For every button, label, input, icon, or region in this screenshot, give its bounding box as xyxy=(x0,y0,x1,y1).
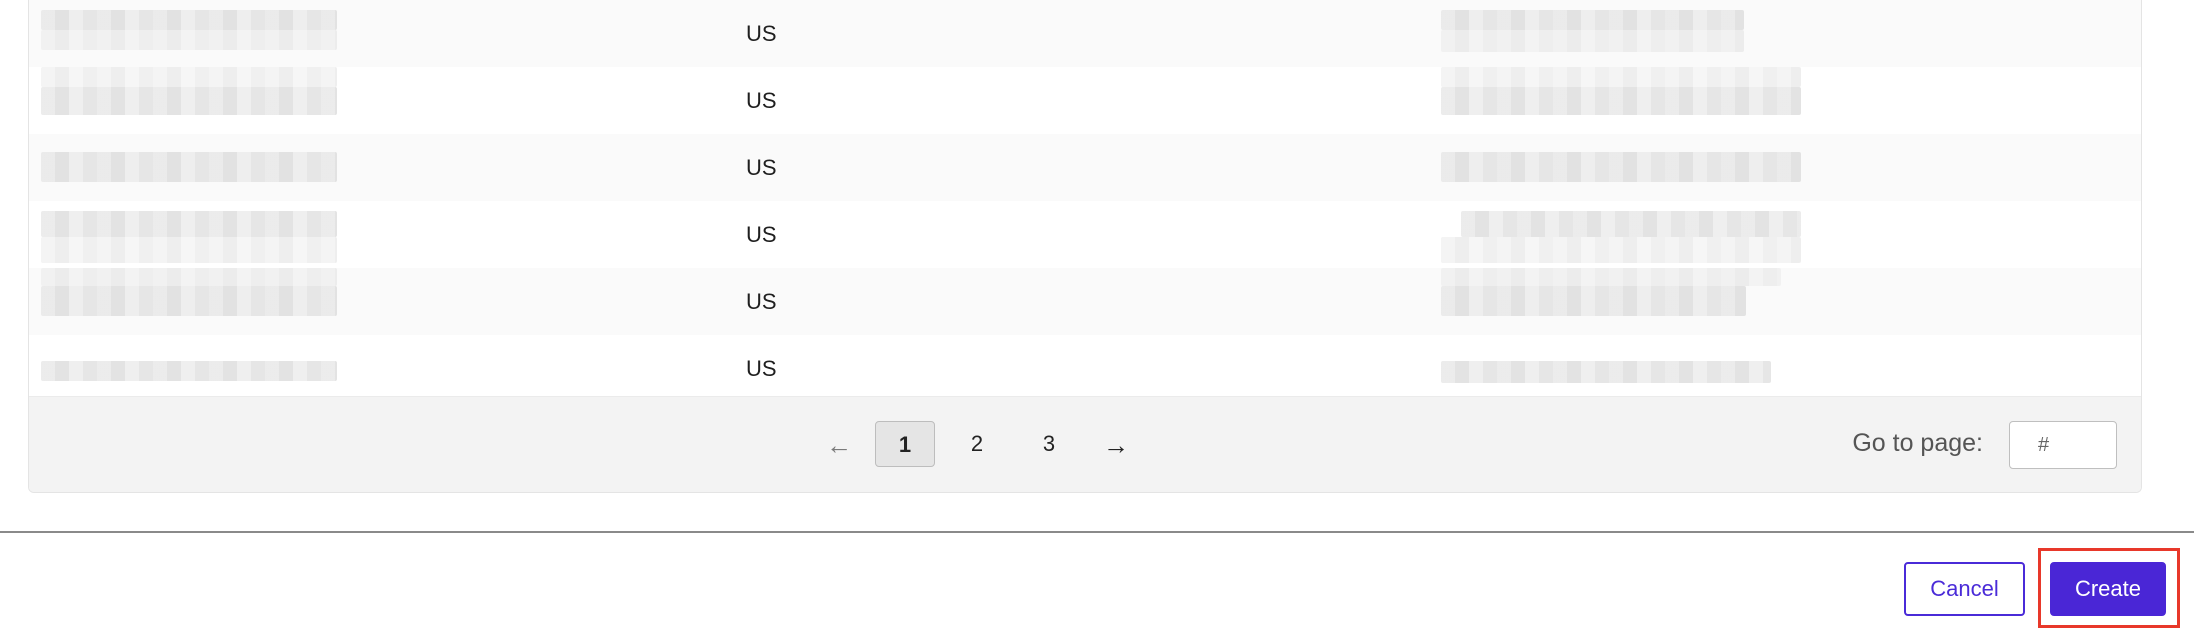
page-button-1[interactable]: 1 xyxy=(875,421,935,467)
redacted-detail-cell xyxy=(1441,67,1801,87)
table-body: US US US US US US xyxy=(29,0,2141,402)
go-to-page-label: Go to page: xyxy=(1852,429,1983,457)
redacted-detail-cell xyxy=(1441,268,1781,286)
redacted-name-cell xyxy=(41,268,337,286)
page-button-2[interactable]: 2 xyxy=(947,421,1007,467)
redacted-name-cell xyxy=(41,361,337,381)
country-cell: US xyxy=(746,87,777,113)
table-row[interactable]: US xyxy=(29,0,2141,67)
country-cell: US xyxy=(746,20,777,46)
pagination-bar: ← 1 2 3 → Go to page: xyxy=(29,396,2141,492)
redacted-name-cell xyxy=(41,152,337,182)
go-to-page-input[interactable] xyxy=(2009,421,2117,469)
redacted-name-cell-extra xyxy=(41,286,337,316)
redacted-name-cell xyxy=(41,10,337,30)
footer-divider xyxy=(0,531,2194,533)
redacted-name-cell-extra xyxy=(41,30,337,50)
redacted-detail-cell xyxy=(1441,152,1801,182)
arrow-left-icon[interactable]: ← xyxy=(819,425,859,465)
table-row[interactable]: US xyxy=(29,134,2141,201)
country-cell: US xyxy=(746,355,777,381)
redacted-detail-cell-extra xyxy=(1441,30,1744,52)
table-row[interactable]: US xyxy=(29,268,2141,335)
table-row[interactable]: US xyxy=(29,201,2141,268)
country-cell: US xyxy=(746,154,777,180)
table-row[interactable]: US xyxy=(29,67,2141,134)
country-cell: US xyxy=(746,221,777,247)
redacted-name-cell xyxy=(41,67,337,87)
redacted-name-cell xyxy=(41,211,337,237)
page-button-3[interactable]: 3 xyxy=(1019,421,1079,467)
results-table: US US US US US US ← 1 2 3 → Go to page: … xyxy=(28,0,2142,493)
redacted-detail-cell-extra xyxy=(1441,237,1801,263)
cancel-button[interactable]: Cancel xyxy=(1904,562,2025,616)
redacted-detail-cell xyxy=(1461,211,1801,237)
redacted-name-cell-extra xyxy=(41,87,337,115)
redacted-name-cell-extra xyxy=(41,237,337,263)
table-row[interactable]: US xyxy=(29,335,2141,402)
redacted-detail-cell xyxy=(1441,361,1771,383)
redacted-detail-cell-extra xyxy=(1441,286,1746,316)
arrow-right-icon[interactable]: → xyxy=(1096,425,1136,465)
redacted-detail-cell xyxy=(1441,10,1744,30)
redacted-detail-cell-extra xyxy=(1441,87,1801,115)
create-button[interactable]: Create xyxy=(2050,562,2166,616)
country-cell: US xyxy=(746,288,777,314)
